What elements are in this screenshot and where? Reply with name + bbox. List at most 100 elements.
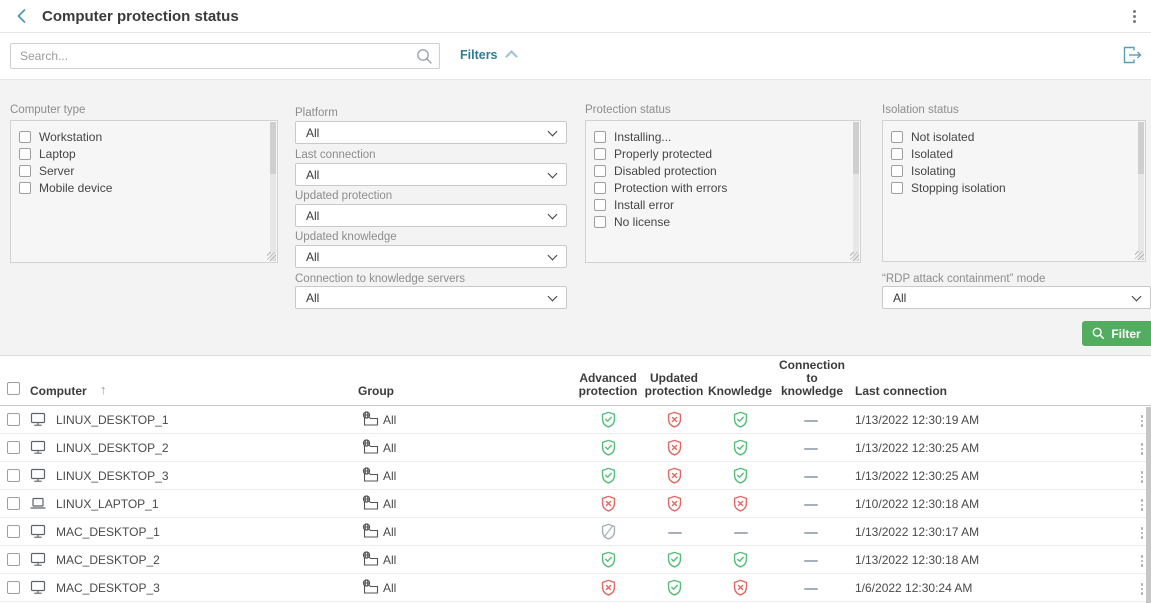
resize-grip-icon[interactable] (850, 252, 859, 261)
table-row[interactable]: LINUX_DESKTOP_2All1/13/2022 12:30:25 AM (0, 434, 1151, 462)
computer-name: MAC_DESKTOP_3 (56, 581, 160, 595)
computer-name: LINUX_DESKTOP_2 (56, 441, 169, 455)
knowledge-servers-select-value: All (306, 291, 319, 305)
updated-protection-status-error-shield-icon (666, 467, 683, 487)
last-connection-value: 1/13/2022 12:30:25 AM (855, 469, 979, 483)
filters-toggle[interactable]: Filters (460, 48, 516, 62)
filter-option[interactable]: Isolating (891, 162, 1135, 179)
row-menu-icon[interactable] (1139, 525, 1146, 541)
sort-ascending-icon[interactable]: ↑ (100, 382, 107, 397)
row-menu-icon[interactable] (1139, 413, 1146, 429)
scrollbar[interactable] (1138, 122, 1144, 260)
row-checkbox[interactable] (7, 469, 20, 482)
chevron-down-icon (1132, 291, 1142, 301)
table-row[interactable]: MAC_DESKTOP_3All1/6/2022 12:30:24 AM (0, 574, 1151, 602)
knowledge-status-ok-shield-icon (732, 439, 749, 459)
column-computer[interactable]: Computer (30, 385, 87, 398)
group-name: All (383, 497, 396, 511)
export-icon[interactable] (1121, 44, 1143, 71)
knowledge-status-ok-shield-icon (732, 411, 749, 431)
row-checkbox[interactable] (7, 413, 20, 426)
header-menu-icon[interactable] (1130, 7, 1139, 26)
updated-knowledge-label: Updated knowledge (295, 231, 397, 243)
resize-grip-icon[interactable] (267, 252, 276, 261)
updated-knowledge-select[interactable]: All (295, 245, 567, 268)
updated-protection-select-value: All (306, 209, 319, 223)
row-checkbox[interactable] (7, 553, 20, 566)
checkbox[interactable] (594, 148, 606, 160)
filter-option[interactable]: Laptop (19, 145, 267, 162)
search-icon (1092, 327, 1105, 340)
group-icon (361, 523, 380, 542)
table-row[interactable]: LINUX_LAPTOP_1All1/10/2022 12:30:18 AM (0, 490, 1151, 518)
checkbox[interactable] (19, 165, 31, 177)
vertical-scrollbar[interactable] (1146, 407, 1151, 603)
filter-option[interactable]: Not isolated (891, 128, 1135, 145)
filter-option[interactable]: Install error (594, 196, 850, 213)
table-row[interactable]: LINUX_DESKTOP_1All1/13/2022 12:30:19 AM (0, 406, 1151, 434)
filter-option[interactable]: Protection with errors (594, 179, 850, 196)
row-menu-icon[interactable] (1139, 553, 1146, 569)
checkbox[interactable] (19, 131, 31, 143)
row-checkbox[interactable] (7, 525, 20, 538)
checkbox[interactable] (594, 216, 606, 228)
row-menu-icon[interactable] (1139, 581, 1146, 597)
rdp-mode-select[interactable]: All (882, 286, 1151, 309)
checkbox[interactable] (891, 131, 903, 143)
knowledge-servers-select[interactable]: All (295, 286, 567, 309)
checkbox[interactable] (594, 131, 606, 143)
knowledge-status-ok-shield-icon (732, 467, 749, 487)
laptop-icon (29, 496, 47, 514)
table-row[interactable]: MAC_DESKTOP_1All1/13/2022 12:30:17 AM (0, 518, 1151, 546)
last-connection-value: 1/10/2022 12:30:18 AM (855, 497, 979, 511)
platform-select[interactable]: All (295, 121, 567, 144)
connection-to-knowledge-status-none (802, 579, 819, 593)
checkbox[interactable] (594, 199, 606, 211)
resize-grip-icon[interactable] (1135, 251, 1144, 260)
row-checkbox[interactable] (7, 441, 20, 454)
group-name: All (383, 525, 396, 539)
table-header: Computer ↑ Group Advanced protection Upd… (0, 356, 1151, 406)
filter-button[interactable]: Filter (1082, 321, 1151, 346)
search-icon[interactable] (416, 48, 433, 70)
status-dash (804, 476, 818, 478)
scrollbar[interactable] (270, 122, 276, 261)
checkbox[interactable] (891, 148, 903, 160)
row-menu-icon[interactable] (1139, 497, 1146, 513)
checkbox[interactable] (19, 182, 31, 194)
filter-option[interactable]: Mobile device (19, 179, 267, 196)
chevron-down-icon (548, 209, 558, 219)
connection-to-knowledge-status-none (802, 411, 819, 425)
checkbox[interactable] (891, 182, 903, 194)
chevron-down-icon (548, 291, 558, 301)
filter-option[interactable]: No license (594, 213, 850, 230)
row-checkbox[interactable] (7, 497, 20, 510)
table-row[interactable]: LINUX_DESKTOP_3All1/13/2022 12:30:25 AM (0, 462, 1151, 490)
last-connection-select[interactable]: All (295, 163, 567, 186)
protection-status-options: Installing...Properly protectedDisabled … (586, 121, 860, 230)
checkbox[interactable] (891, 165, 903, 177)
filter-option[interactable]: Server (19, 162, 267, 179)
checkbox[interactable] (19, 148, 31, 160)
filter-option[interactable]: Stopping isolation (891, 179, 1135, 196)
filter-option[interactable]: Isolated (891, 145, 1135, 162)
computer-name: MAC_DESKTOP_2 (56, 553, 160, 567)
row-menu-icon[interactable] (1139, 441, 1146, 457)
filter-option[interactable]: Workstation (19, 128, 267, 145)
checkbox[interactable] (594, 182, 606, 194)
checkbox[interactable] (594, 165, 606, 177)
filter-option[interactable]: Installing... (594, 128, 850, 145)
updated-protection-select[interactable]: All (295, 204, 567, 227)
filter-option[interactable]: Disabled protection (594, 162, 850, 179)
table-row[interactable]: MAC_DESKTOP_2All1/13/2022 12:30:18 AM (0, 546, 1151, 574)
knowledge-servers-label: Connection to knowledge servers (295, 273, 465, 285)
scrollbar[interactable] (853, 122, 859, 261)
back-button[interactable] (16, 8, 27, 24)
select-all-checkbox[interactable] (7, 382, 20, 395)
filter-option[interactable]: Properly protected (594, 145, 850, 162)
search-input[interactable] (10, 43, 440, 69)
last-connection-value: 1/6/2022 12:30:24 AM (855, 581, 972, 595)
row-menu-icon[interactable] (1139, 469, 1146, 485)
rdp-mode-label: “RDP attack containment” mode (882, 273, 1045, 285)
row-checkbox[interactable] (7, 581, 20, 594)
